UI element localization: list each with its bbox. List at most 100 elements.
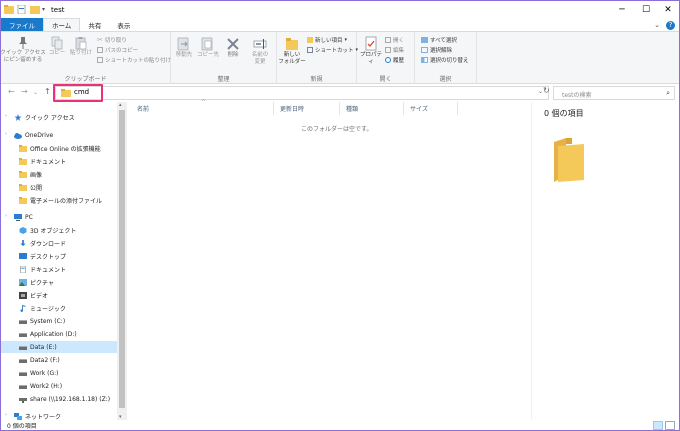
- nav-item[interactable]: Work2 (H:): [1, 380, 117, 392]
- tab-view[interactable]: 表示: [109, 18, 138, 31]
- new-folder-quick-icon[interactable]: [30, 5, 40, 14]
- music-icon: [19, 304, 30, 312]
- drive-icon: [19, 357, 30, 364]
- network-drive-icon: [19, 396, 30, 403]
- copy-label: コピー: [48, 50, 66, 56]
- move-to-button[interactable]: 移動先: [173, 36, 195, 59]
- nav-item[interactable]: ビデオ: [1, 289, 117, 301]
- address-bar[interactable]: [55, 86, 549, 100]
- delete-x-icon: [227, 38, 239, 50]
- nav-item[interactable]: ドキュメント: [1, 263, 117, 275]
- back-arrow-icon[interactable]: ←: [8, 87, 15, 96]
- tab-home[interactable]: ホーム: [43, 18, 81, 31]
- folder-icon: [19, 196, 30, 204]
- up-arrow-icon[interactable]: ↑: [44, 87, 51, 96]
- easy-access-button[interactable]: ショートカット ▾: [307, 46, 358, 54]
- tab-file[interactable]: ファイル: [1, 18, 43, 31]
- shortcut-label: ショートカット: [315, 48, 354, 54]
- column-header-type[interactable]: 種類: [340, 102, 404, 115]
- select-all-button[interactable]: すべて選択: [421, 36, 457, 44]
- clipboard-group: クイック アクセス にピン留めする コピー 貼り付け ✂ 切り取り パスのコピー…: [1, 32, 171, 84]
- cube-icon: [19, 226, 30, 234]
- nav-item[interactable]: share (\\192.168.1.18) (Z:): [1, 393, 117, 405]
- scissors-icon: ✂: [97, 36, 103, 44]
- minimize-button[interactable]: ─: [611, 1, 633, 18]
- quick-access-toolbar-chevron-icon[interactable]: ▾: [42, 6, 45, 13]
- nav-item[interactable]: OneDrive: [1, 129, 117, 141]
- tab-share[interactable]: 共有: [80, 18, 109, 31]
- nav-item[interactable]: Data (E:): [1, 341, 117, 353]
- recent-locations-chevron-icon[interactable]: ⌄: [33, 89, 38, 96]
- pc-icon: [14, 213, 25, 221]
- drive-icon: [19, 318, 30, 325]
- new-group-label: 新規: [310, 76, 323, 83]
- invert-selection-button[interactable]: 選択の切り替え: [421, 56, 469, 64]
- paste-shortcut-button[interactable]: ショートカットの貼り付け: [97, 56, 171, 64]
- nav-item[interactable]: Data2 (F:): [1, 354, 117, 366]
- nav-item[interactable]: PC: [1, 211, 117, 223]
- ribbon-collapse-chevron-icon[interactable]: ⌄: [654, 21, 660, 29]
- nav-item[interactable]: クイック アクセス: [1, 111, 117, 123]
- nav-item[interactable]: ミュージック: [1, 302, 117, 314]
- new-item-button[interactable]: 新しい項目 ▾: [307, 36, 347, 44]
- copy-path-label: パスのコピー: [105, 48, 139, 54]
- maximize-button[interactable]: ☐: [635, 1, 657, 18]
- refresh-icon[interactable]: ↻: [543, 86, 550, 95]
- nav-item[interactable]: 電子メールの添付ファイル: [1, 194, 117, 206]
- nav-item-label: 画像: [30, 171, 43, 179]
- nav-scrollbar-thumb[interactable]: [119, 110, 125, 408]
- new-folder-button[interactable]: 新しい フォルダー: [278, 36, 306, 65]
- search-placeholder: testの検索: [562, 92, 592, 99]
- nav-item[interactable]: Work (G:): [1, 367, 117, 379]
- details-view-icon[interactable]: [653, 421, 663, 430]
- select-none-label: 選択解除: [430, 48, 453, 54]
- nav-item[interactable]: ピクチャ: [1, 276, 117, 288]
- help-icon[interactable]: ?: [666, 20, 675, 30]
- expand-chevron-icon[interactable]: ›: [5, 131, 7, 137]
- large-icons-view-icon[interactable]: [665, 421, 675, 430]
- pin-icon: [19, 37, 27, 49]
- pin-quick-access-button[interactable]: クイック アクセス にピン留めする: [0, 36, 46, 63]
- properties-quick-icon[interactable]: [17, 5, 27, 14]
- nav-item[interactable]: System (C:): [1, 315, 117, 327]
- search-input[interactable]: testの検索 ⌕: [553, 86, 675, 100]
- open-button[interactable]: 開く: [385, 36, 404, 44]
- clipboard-group-label: クリップボード: [64, 76, 107, 83]
- delete-button[interactable]: 削除: [223, 36, 243, 59]
- nav-item[interactable]: デスクトップ: [1, 250, 117, 262]
- file-list[interactable]: 名前 ^ 更新日時 種類 サイズ このフォルダーは空です。: [127, 99, 531, 420]
- nav-scrollbar[interactable]: ▴ ▾: [117, 102, 127, 420]
- edit-button[interactable]: 編集: [385, 46, 404, 54]
- nav-item[interactable]: 公開: [1, 181, 117, 193]
- history-button[interactable]: 履歴: [385, 56, 404, 64]
- copy-to-button[interactable]: コピー先: [197, 36, 219, 59]
- open-icon: [385, 37, 391, 43]
- select-none-button[interactable]: 選択解除: [421, 46, 452, 54]
- cut-button[interactable]: ✂ 切り取り: [97, 36, 127, 44]
- nav-item[interactable]: Office Online の拡張機能: [1, 142, 117, 154]
- search-icon[interactable]: ⌕: [666, 89, 670, 98]
- close-button[interactable]: ✕: [657, 1, 679, 18]
- properties-button[interactable]: プロパティ: [359, 36, 383, 65]
- rename-button[interactable]: 名前の 変更: [247, 36, 273, 65]
- nav-item[interactable]: 画像: [1, 168, 117, 180]
- forward-arrow-icon[interactable]: →: [21, 87, 28, 96]
- scroll-up-arrow-icon[interactable]: ▴: [119, 102, 122, 108]
- nav-item[interactable]: Application (D:): [1, 328, 117, 340]
- pin-label: クイック アクセス にピン留めする: [0, 50, 46, 63]
- desktop-icon: [19, 252, 30, 260]
- nav-item[interactable]: ドキュメント: [1, 155, 117, 167]
- expand-chevron-icon[interactable]: ›: [5, 113, 7, 119]
- paste-button[interactable]: 貼り付け: [69, 36, 93, 57]
- column-header-date[interactable]: 更新日時: [274, 102, 340, 115]
- column-header-size[interactable]: サイズ: [404, 102, 458, 115]
- nav-item[interactable]: 3D オブジェクト: [1, 224, 117, 236]
- copy-button[interactable]: コピー: [47, 36, 67, 57]
- expand-chevron-icon[interactable]: ›: [5, 213, 7, 219]
- copy-path-button[interactable]: パスのコピー: [97, 46, 138, 54]
- paste-icon: [75, 37, 87, 50]
- nav-item[interactable]: ダウンロード: [1, 237, 117, 249]
- empty-folder-message: このフォルダーは空です。: [301, 126, 373, 133]
- expand-chevron-icon[interactable]: ›: [5, 412, 7, 418]
- organize-group: 移動先 コピー先 削除 名前の 変更 整理: [171, 32, 277, 84]
